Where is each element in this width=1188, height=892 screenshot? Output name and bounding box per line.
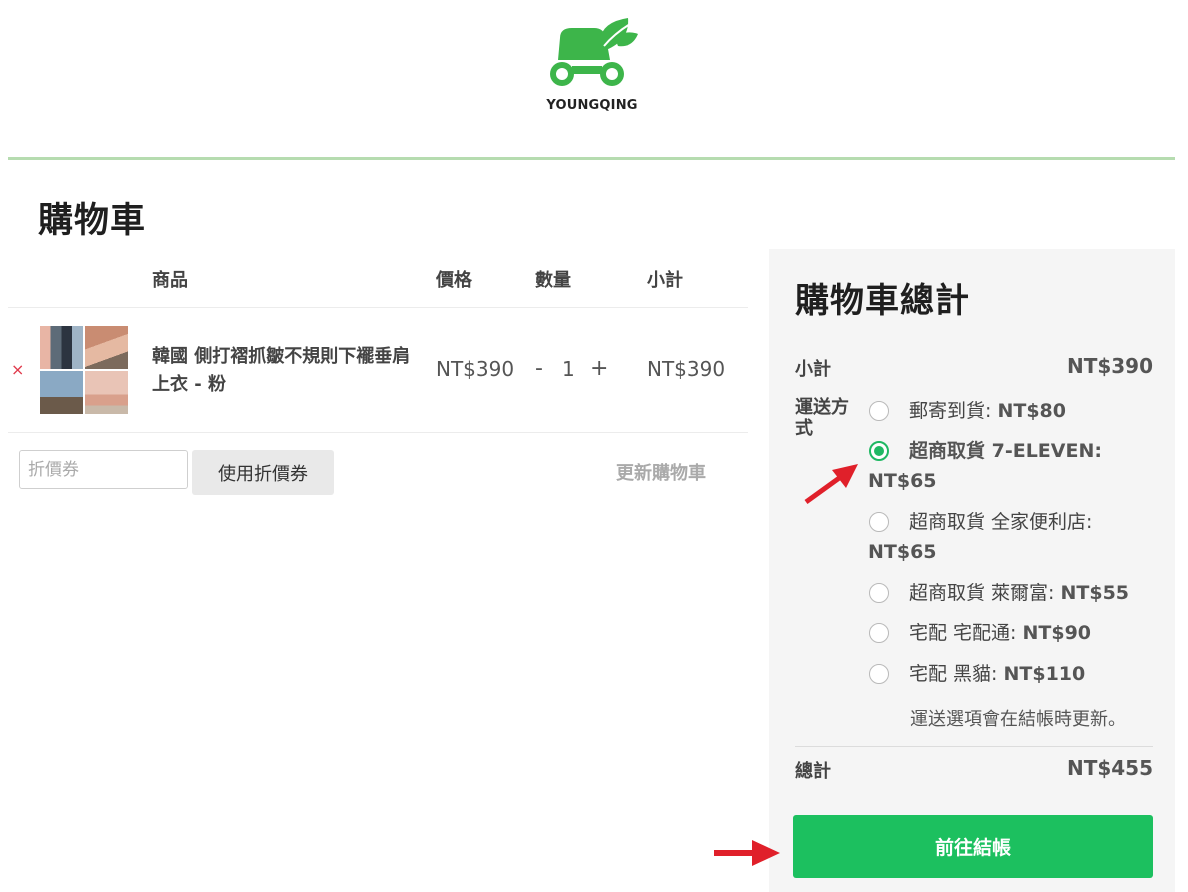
product-thumbnail[interactable] [40, 326, 128, 414]
update-cart-button[interactable]: 更新購物車 [616, 459, 706, 485]
cart-totals-title: 購物車總計 [795, 281, 970, 321]
item-price: NT$390 [436, 357, 515, 381]
total-label: 總計 [795, 761, 831, 782]
totals-divider [795, 746, 1153, 747]
proceed-to-checkout-button[interactable]: 前往結帳 [793, 815, 1153, 878]
table-divider [8, 307, 748, 308]
column-header-price: 價格 [436, 270, 472, 291]
product-name-link[interactable]: 韓國 側打褶抓皺不規則下襬垂肩上衣 - 粉 [152, 343, 412, 399]
subtotal-label: 小計 [795, 359, 831, 380]
shipping-option-hilife[interactable]: 超商取貨 萊爾富: NT$55 [868, 578, 1158, 608]
logo-truck-icon [550, 18, 638, 86]
quantity-value[interactable]: 1 [562, 357, 575, 381]
remove-item-icon[interactable]: × [11, 360, 24, 379]
shipping-option-tcat[interactable]: 宅配 黑貓: NT$110 [868, 659, 1158, 689]
annotation-arrow-icon [714, 840, 780, 866]
total-value: NT$455 [1066, 756, 1153, 780]
shipping-option-7eleven[interactable]: 超商取貨 7-ELEVEN: NT$65 [868, 436, 1158, 496]
column-header-subtotal: 小計 [647, 270, 683, 291]
column-header-quantity: 數量 [535, 270, 571, 291]
page-title: 購物車 [38, 201, 147, 241]
table-divider [8, 432, 748, 433]
shipping-label: 運送方式 [795, 397, 849, 439]
header-divider [8, 157, 1175, 160]
brand-name: YOUNGQING [546, 98, 638, 113]
brand-logo[interactable]: YOUNGQING [540, 16, 644, 120]
apply-coupon-button[interactable]: 使用折價券 [192, 450, 334, 495]
quantity-decrease-button[interactable]: - [535, 356, 543, 381]
shipping-option-familymart[interactable]: 超商取貨 全家便利店: NT$65 [868, 507, 1158, 567]
column-header-product: 商品 [152, 270, 188, 291]
item-subtotal: NT$390 [647, 357, 726, 381]
subtotal-value: NT$390 [1066, 354, 1153, 378]
annotation-arrow-icon [804, 464, 858, 505]
shipping-option-pelican[interactable]: 宅配 宅配通: NT$90 [868, 618, 1158, 648]
shipping-option-post[interactable]: 郵寄到貨: NT$80 [868, 396, 1158, 426]
quantity-increase-button[interactable]: + [590, 356, 608, 381]
coupon-input[interactable] [19, 450, 188, 489]
cart-totals-panel [769, 249, 1175, 892]
shipping-note: 運送選項會在結帳時更新。 [910, 709, 1126, 730]
